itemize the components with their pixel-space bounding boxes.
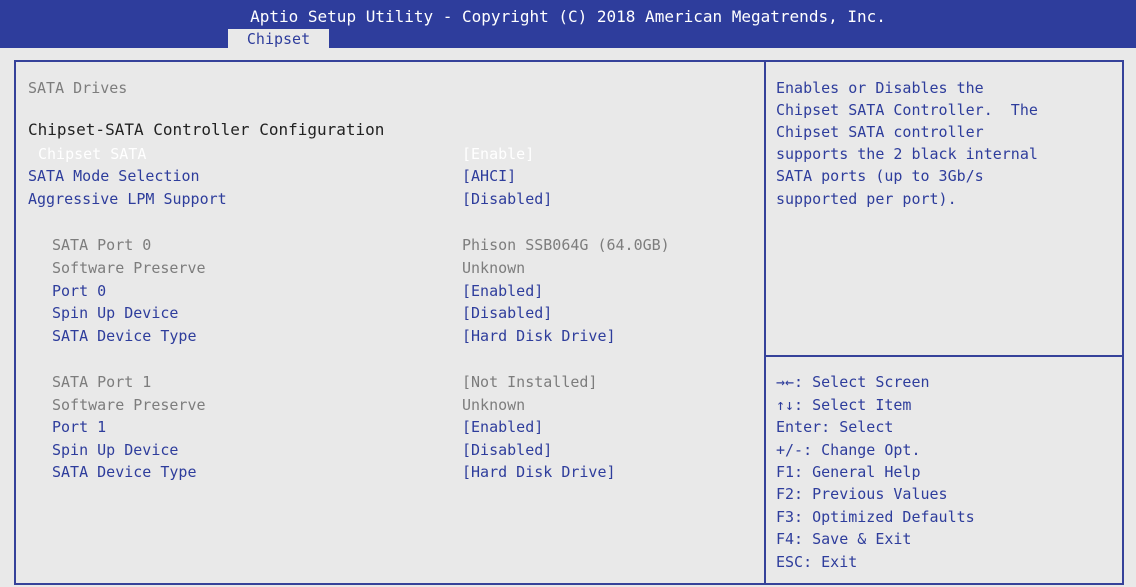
setting-value[interactable]: [Enabled] <box>462 416 543 438</box>
setting-value[interactable]: [Disabled] <box>462 302 552 324</box>
setting-label[interactable]: SATA Device Type <box>52 461 197 483</box>
key-enter: Enter: Select <box>776 418 894 436</box>
setting-label[interactable]: SATA Device Type <box>52 325 197 347</box>
main-frame: SATA Drives Chipset-SATA Controller Conf… <box>14 60 1124 585</box>
help-line: supported per port). <box>776 190 957 208</box>
port-1-name: SATA Port 1 <box>52 373 152 391</box>
port-1-preserve-label: Software Preserve <box>52 396 206 414</box>
title-bar: Aptio Setup Utility - Copyright (C) 2018… <box>0 0 1136 48</box>
setting-value[interactable]: [Hard Disk Drive] <box>462 325 616 347</box>
setting-label[interactable]: SATA Mode Selection <box>28 165 200 187</box>
setting-label[interactable]: Port 1 <box>52 416 106 438</box>
setting-value[interactable]: [Disabled] <box>462 188 552 210</box>
help-line: supports the 2 black internal <box>776 145 1038 163</box>
port-1-device: [Not Installed] <box>462 373 598 391</box>
port-0-preserve-value: Unknown <box>462 259 526 277</box>
help-line: SATA ports (up to 3Gb/s <box>776 167 984 185</box>
app-title: Aptio Setup Utility - Copyright (C) 2018… <box>250 7 886 26</box>
setting-value[interactable]: [AHCI] <box>462 165 516 187</box>
port-0-device: Phison SSB064G (64.0GB) <box>462 236 670 254</box>
key-f4: F4: Save & Exit <box>776 530 912 548</box>
port-0-name: SATA Port 0 <box>52 236 152 254</box>
key-select-item: ↑↓: Select Item <box>776 396 912 414</box>
key-f3: F3: Optimized Defaults <box>776 508 975 526</box>
key-f2: F2: Previous Values <box>776 485 948 503</box>
help-line: Enables or Disables the <box>776 79 984 97</box>
help-divider <box>766 355 1124 357</box>
help-line: Chipset SATA Controller. The <box>776 101 1038 119</box>
setting-value[interactable]: [Enable] <box>462 143 534 165</box>
help-line: Chipset SATA controller <box>776 123 984 141</box>
group-heading: Chipset-SATA Controller Configuration <box>28 120 385 139</box>
key-f1: F1: General Help <box>776 463 921 481</box>
setting-label[interactable]: Aggressive LPM Support <box>28 188 227 210</box>
tab-chipset[interactable]: Chipset <box>228 29 329 48</box>
setting-value[interactable]: [Disabled] <box>462 439 552 461</box>
setting-label[interactable]: Port 0 <box>52 280 106 302</box>
key-esc: ESC: Exit <box>776 553 858 571</box>
setting-label[interactable]: Chipset SATA <box>38 143 146 165</box>
setting-value[interactable]: [Hard Disk Drive] <box>462 461 616 483</box>
panel-divider <box>764 62 766 583</box>
setting-label[interactable]: Spin Up Device <box>52 302 178 324</box>
section-label: SATA Drives <box>28 79 128 97</box>
setting-value[interactable]: [Enabled] <box>462 280 543 302</box>
port-0-preserve-label: Software Preserve <box>52 259 206 277</box>
setting-label[interactable]: Spin Up Device <box>52 439 178 461</box>
key-select-screen: →←: Select Screen <box>776 373 930 391</box>
port-1-preserve-value: Unknown <box>462 396 526 414</box>
key-change-opt: +/-: Change Opt. <box>776 441 921 459</box>
